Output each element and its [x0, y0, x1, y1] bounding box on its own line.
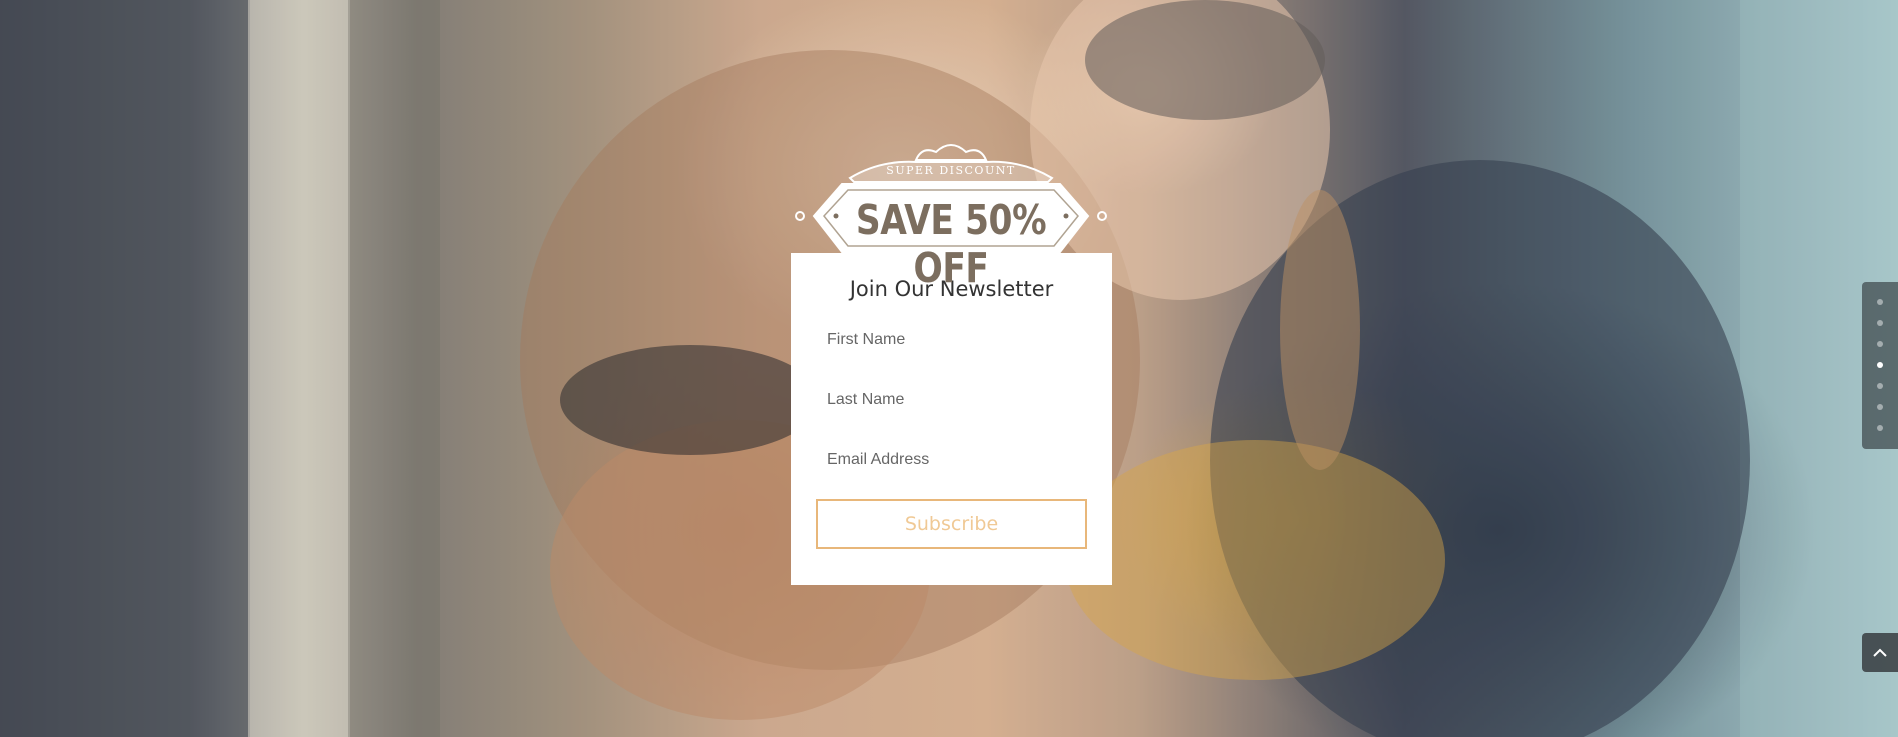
- chevron-up-icon: [1873, 648, 1887, 657]
- badge-headline: SAVE 50% OFF: [855, 196, 1047, 292]
- first-name-input[interactable]: [816, 319, 1087, 361]
- back-to-top-button[interactable]: [1862, 633, 1898, 672]
- section-dot-2[interactable]: [1877, 320, 1883, 326]
- section-dot-4-active[interactable]: [1877, 362, 1883, 368]
- section-dot-6[interactable]: [1877, 404, 1883, 410]
- section-dot-1[interactable]: [1877, 299, 1883, 305]
- badge-subtitle: Super Discount: [886, 164, 1016, 177]
- email-input[interactable]: [816, 439, 1087, 481]
- section-dot-7[interactable]: [1877, 425, 1883, 431]
- section-dot-3[interactable]: [1877, 341, 1883, 347]
- last-name-input[interactable]: [816, 379, 1087, 421]
- discount-badge: Super Discount SAVE 50% OFF: [790, 138, 1112, 292]
- section-dot-navigation: [1862, 282, 1898, 449]
- section-dot-5[interactable]: [1877, 383, 1883, 389]
- subscribe-button[interactable]: Subscribe: [816, 499, 1087, 549]
- newsletter-form: Join Our Newsletter Subscribe: [791, 253, 1112, 585]
- hero-background: Super Discount SAVE 50% OFF Join Our New…: [0, 0, 1898, 737]
